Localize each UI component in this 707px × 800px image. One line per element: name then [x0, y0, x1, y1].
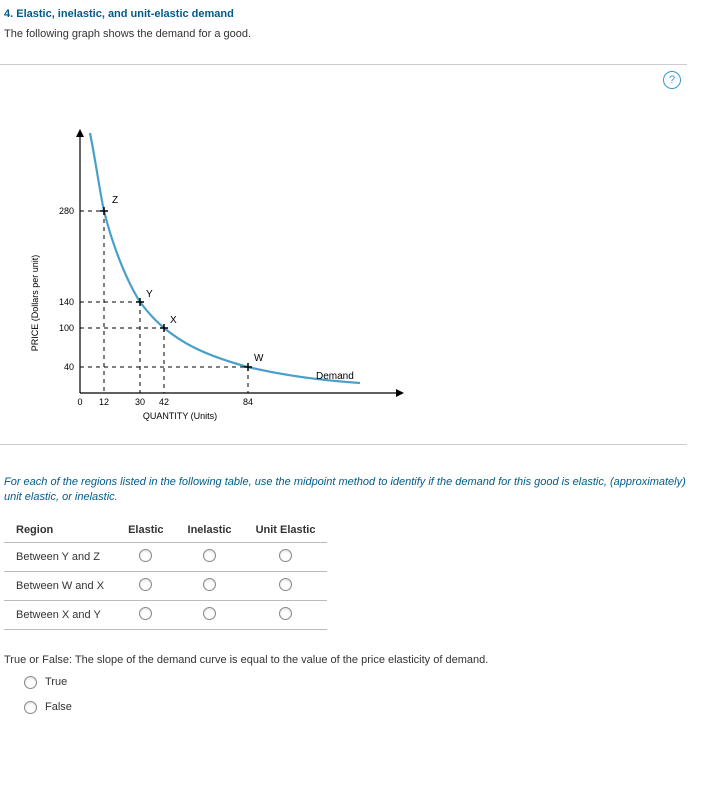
- xtick-84: 84: [243, 397, 253, 407]
- table-instructions: For each of the regions listed in the fo…: [0, 445, 707, 510]
- tf-option-false[interactable]: False: [24, 695, 707, 720]
- radio-yz-inelastic[interactable]: [203, 549, 216, 562]
- radio-wx-inelastic[interactable]: [203, 578, 216, 591]
- xtick-30: 30: [135, 397, 145, 407]
- radio-xy-unit[interactable]: [279, 607, 292, 620]
- radio-wx-unit[interactable]: [279, 578, 292, 591]
- row-region: Between W and X: [4, 571, 116, 600]
- radio-wx-elastic[interactable]: [139, 578, 152, 591]
- radio-yz-unit[interactable]: [279, 549, 292, 562]
- graph-panel: ?: [0, 64, 687, 445]
- ytick-40: 40: [64, 362, 74, 372]
- series-label-demand: Demand: [316, 371, 354, 382]
- ytick-100: 100: [59, 323, 74, 333]
- demand-chart: 280 140 100 40 0 12 30 42 84 Z Y X W Dem…: [20, 123, 667, 426]
- label-W: W: [254, 353, 264, 364]
- xlabel: QUANTITY (Units): [143, 411, 217, 421]
- xtick-42: 42: [159, 397, 169, 407]
- question-heading: 4. Elastic, inelastic, and unit-elastic …: [0, 0, 707, 24]
- radio-xy-elastic[interactable]: [139, 607, 152, 620]
- col-unit-elastic: Unit Elastic: [244, 518, 328, 543]
- true-false-options: True False: [0, 670, 707, 720]
- ytick-280: 280: [59, 206, 74, 216]
- tf-true-label: True: [45, 676, 67, 688]
- label-X: X: [170, 315, 177, 326]
- tf-false-label: False: [45, 701, 72, 713]
- col-inelastic: Inelastic: [176, 518, 244, 543]
- table-row: Between W and X: [4, 571, 327, 600]
- xtick-0: 0: [77, 397, 82, 407]
- radio-false[interactable]: [24, 701, 37, 714]
- radio-xy-inelastic[interactable]: [203, 607, 216, 620]
- table-row: Between Y and Z: [4, 542, 327, 571]
- help-button[interactable]: ?: [663, 71, 681, 89]
- tf-option-true[interactable]: True: [24, 670, 707, 695]
- col-region: Region: [4, 518, 116, 543]
- row-region: Between X and Y: [4, 600, 116, 629]
- table-row: Between X and Y: [4, 600, 327, 629]
- ytick-140: 140: [59, 297, 74, 307]
- label-Y: Y: [146, 289, 153, 300]
- elasticity-table: Region Elastic Inelastic Unit Elastic Be…: [4, 518, 327, 630]
- row-region: Between Y and Z: [4, 542, 116, 571]
- radio-true[interactable]: [24, 676, 37, 689]
- xtick-12: 12: [99, 397, 109, 407]
- col-elastic: Elastic: [116, 518, 175, 543]
- radio-yz-elastic[interactable]: [139, 549, 152, 562]
- intro-text: The following graph shows the demand for…: [0, 24, 707, 44]
- ylabel: PRICE (Dollars per unit): [30, 255, 40, 352]
- label-Z: Z: [112, 195, 118, 206]
- true-false-question: True or False: The slope of the demand c…: [0, 638, 707, 670]
